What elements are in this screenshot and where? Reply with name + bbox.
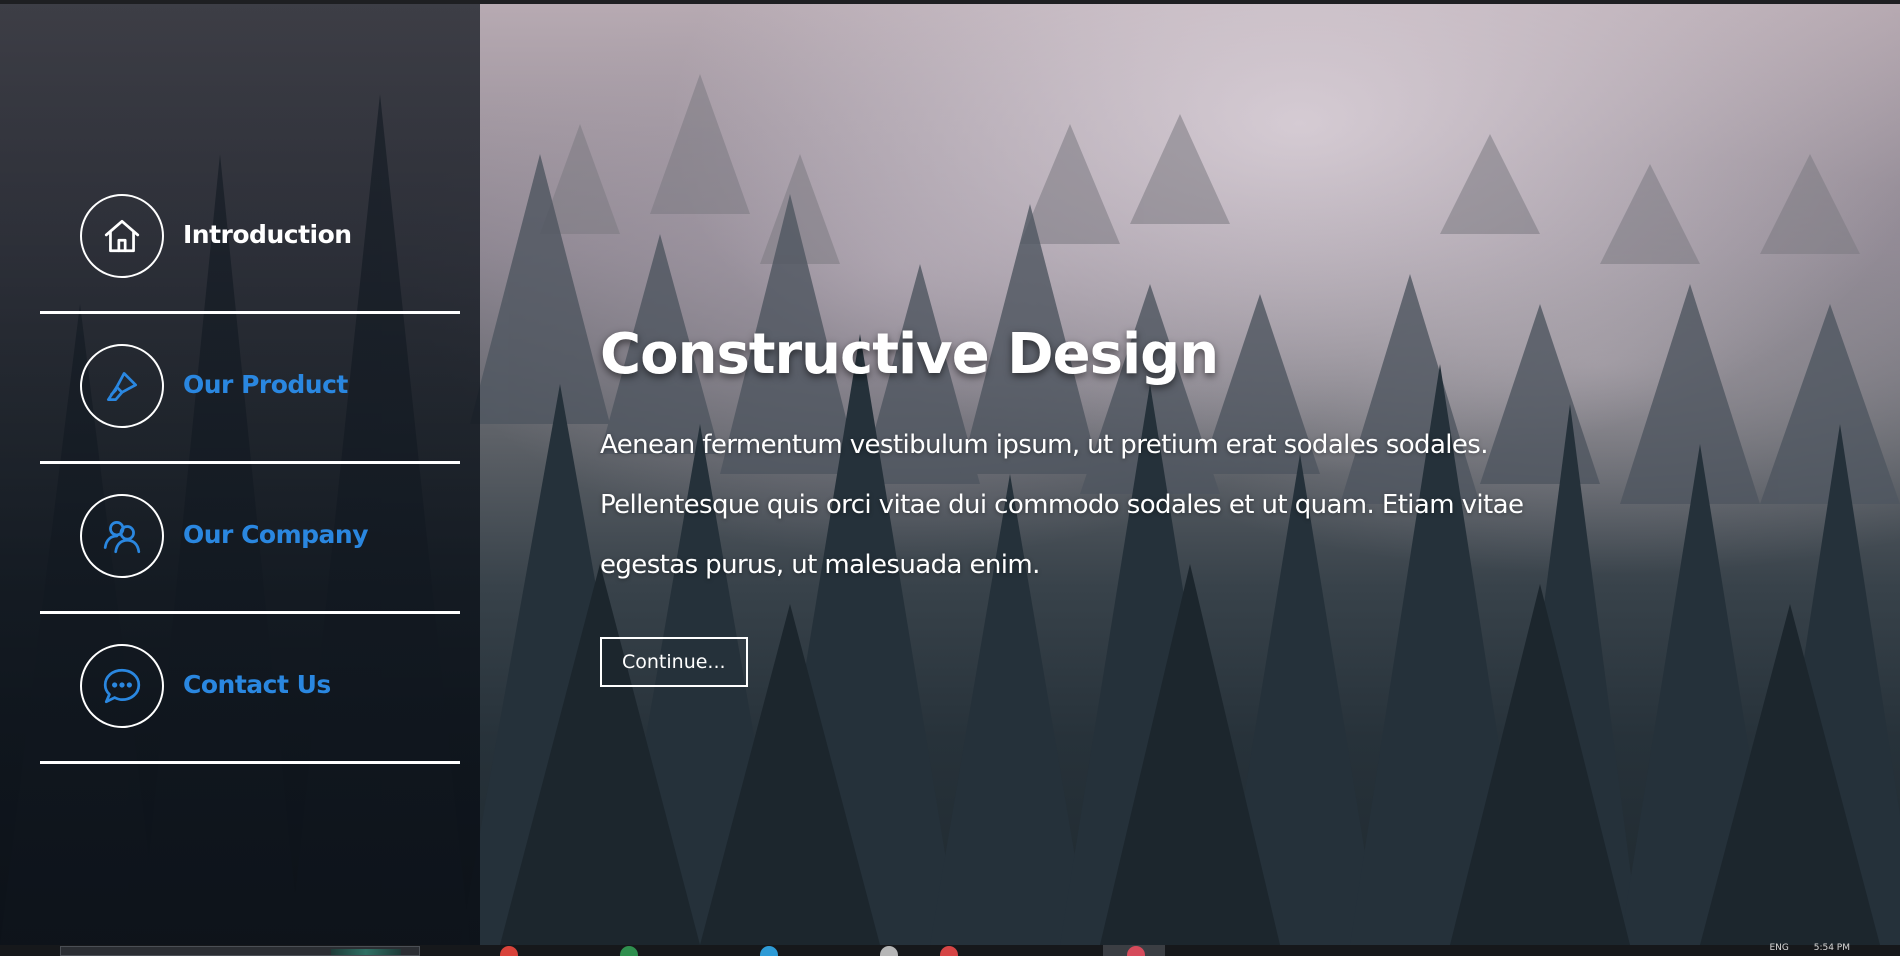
page-viewport: Introduction Our Product Our Company Con… [0,4,1900,945]
nav-label-our-product: Our Product [183,370,348,399]
people-icon [80,494,164,578]
nav-item-introduction[interactable]: Introduction [40,164,460,314]
hero-title: Constructive Design [600,322,1219,387]
taskbar-app-icon[interactable] [940,946,958,956]
hero-section: Constructive Design Aenean fermentum ves… [600,322,1560,687]
taskbar-active-app[interactable] [1103,945,1165,956]
taskbar-app-icon[interactable] [760,946,778,956]
taskbar-app-icon[interactable] [620,946,638,956]
taskbar-app-icon [1127,946,1145,956]
continue-button[interactable]: Continue... [600,637,748,687]
nav-label-introduction: Introduction [183,220,352,249]
system-tray: ENG 5:54 PM [1747,943,1850,953]
clock-time[interactable]: 5:54 PM [1814,943,1850,953]
hero-text: Aenean fermentum vestibulum ipsum, ut pr… [600,430,1524,580]
sidebar-nav: Introduction Our Product Our Company Con… [0,4,480,945]
os-taskbar: ENG 5:54 PM [0,943,1900,956]
home-icon [80,194,164,278]
nav-label-contact-us: Contact Us [183,670,331,699]
taskbar-app-icon[interactable] [880,946,898,956]
language-indicator[interactable]: ENG [1769,943,1788,953]
brush-icon [80,344,164,428]
chat-bubble-icon [80,644,164,728]
taskbar-app-icon[interactable] [500,946,518,956]
nav-label-our-company: Our Company [183,520,369,549]
nav-item-our-product[interactable]: Our Product [40,314,460,464]
taskbar-search-box[interactable] [60,946,420,956]
search-highlight-graphic [331,949,401,955]
nav-item-our-company[interactable]: Our Company [40,464,460,614]
nav-item-contact-us[interactable]: Contact Us [40,614,460,764]
